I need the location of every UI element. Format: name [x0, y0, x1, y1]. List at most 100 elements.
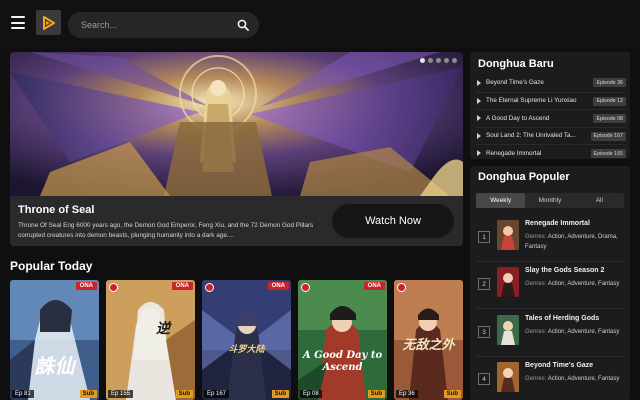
- genres-text: Genres: Action, Adventure, Fantasy: [525, 374, 621, 384]
- popular-today-heading: Popular Today: [10, 259, 93, 273]
- list-item[interactable]: 2 Slay the Gods Season 2 Genres: Action,…: [476, 265, 626, 307]
- episode-badge: Episode 167: [590, 131, 626, 141]
- search-input[interactable]: [81, 12, 231, 38]
- period-tabs: Weekly Monthly All: [476, 193, 624, 208]
- slider-dot[interactable]: [444, 58, 449, 63]
- list-item[interactable]: A Good Day to Ascend Episode 08: [476, 109, 626, 127]
- type-badge: ONA: [75, 282, 97, 290]
- rank-number: 3: [478, 326, 490, 338]
- donghua-populer-panel: Donghua Populer Weekly Monthly All 1 Ren…: [470, 166, 630, 400]
- slider-dot[interactable]: [452, 58, 457, 63]
- search-bar: [68, 12, 259, 38]
- list-item-title[interactable]: Slay the Gods Season 2: [525, 267, 604, 274]
- episode-badge: Episode 12: [593, 96, 626, 106]
- play-triangle-icon: [477, 132, 481, 139]
- list-item-title[interactable]: Tales of Herding Gods: [525, 315, 599, 322]
- list-item-title: The Eternal Supreme Li Yunxiao: [486, 97, 577, 105]
- list-item[interactable]: 4 Beyond Time's Gaze Genres: Action, Adv…: [476, 360, 626, 400]
- card-cover-image: [202, 280, 291, 400]
- genres-label: Genres:: [525, 281, 547, 287]
- hero-title[interactable]: Throne of Seal: [18, 204, 94, 216]
- list-item-title: Beyond Time's Gaze: [486, 79, 544, 87]
- slider-dots: [420, 58, 457, 63]
- play-triangle-icon: [477, 150, 481, 157]
- popular-card[interactable]: 斗罗大陆 ONA Ep 167 Sub: [202, 280, 291, 400]
- donghua-baru-list: Beyond Time's Gaze Episode 36 The Eterna…: [476, 74, 626, 162]
- tab-all[interactable]: All: [575, 193, 624, 208]
- episode-badge: Episode 155: [590, 149, 626, 158]
- slider-dot[interactable]: [420, 58, 425, 63]
- episode-tag: Ep 08: [300, 390, 322, 398]
- search-icon[interactable]: [237, 19, 249, 31]
- slider-dot[interactable]: [428, 58, 433, 63]
- hot-badge-icon: [397, 283, 406, 292]
- thumbnail-image: [497, 362, 519, 392]
- top-header: [0, 0, 640, 48]
- genres-label: Genres:: [525, 376, 547, 382]
- sub-tag: Sub: [367, 390, 385, 398]
- hot-badge-icon: [301, 283, 310, 292]
- genres-label: Genres:: [525, 234, 547, 240]
- genres-value: Action, Adventure, Fantasy: [547, 281, 620, 287]
- divider: [476, 356, 626, 357]
- hero-slider[interactable]: Throne of Seal Throne Of Seal Eng 6000 y…: [10, 52, 463, 246]
- donghua-populer-heading: Donghua Populer: [478, 171, 570, 183]
- tab-weekly[interactable]: Weekly: [476, 193, 526, 208]
- list-item-title[interactable]: Renegade Immortal: [525, 220, 590, 227]
- type-badge: ONA: [363, 282, 385, 290]
- episode-tag: Ep 36: [396, 390, 418, 398]
- card-cover-image: [298, 280, 387, 400]
- sub-tag: Sub: [175, 390, 193, 398]
- tab-monthly[interactable]: Monthly: [525, 193, 574, 208]
- list-item[interactable]: Beyond Time's Gaze Episode 36: [476, 74, 626, 92]
- hero-info-bar: Throne of Seal Throne Of Seal Eng 6000 y…: [10, 196, 463, 246]
- thumbnail-image: [497, 267, 519, 297]
- episode-badge: Episode 36: [593, 78, 626, 87]
- list-item[interactable]: 3 Tales of Herding Gods Genres: Action, …: [476, 313, 626, 355]
- card-art-text: A Good Day to Ascend: [302, 350, 383, 373]
- episode-badge: Episode 08: [593, 114, 626, 123]
- list-item[interactable]: Soul Land 2: The Unrivaled Ta... Episode…: [476, 126, 626, 145]
- list-item-title: Renegade Immortal: [486, 149, 542, 157]
- popular-card[interactable]: 无敌之外 Ep 36 Sub: [394, 280, 463, 400]
- list-item[interactable]: 1 Renegade Immortal Genres: Action, Adve…: [476, 218, 626, 260]
- rank-number: 2: [478, 278, 490, 290]
- hero-description: Throne Of Seal Eng 6000 years ago, the D…: [18, 222, 314, 239]
- popular-card[interactable]: 逆 ONA Ep 155 Sub: [106, 280, 195, 400]
- hot-badge-icon: [205, 283, 214, 292]
- episode-tag: Ep 167: [204, 390, 230, 398]
- list-item[interactable]: The Eternal Supreme Li Yunxiao Episode 1…: [476, 91, 626, 110]
- thumbnail-image: [497, 220, 519, 250]
- thumbnail-image: [497, 315, 519, 345]
- genres-text: Genres: Action, Adventure, Fantasy: [525, 327, 621, 337]
- rank-number: 1: [478, 231, 490, 243]
- play-triangle-icon: [477, 115, 481, 122]
- rank-number: 4: [478, 373, 490, 385]
- card-art-text: 无敌之外: [402, 338, 455, 353]
- divider: [476, 308, 626, 309]
- card-art-text: 誅仙: [34, 354, 75, 378]
- donghua-baru-panel: Donghua Baru Beyond Time's Gaze Episode …: [470, 52, 630, 159]
- popular-card[interactable]: 誅仙 ONA Ep 81 Sub: [10, 280, 99, 400]
- card-cover-image: [10, 280, 99, 400]
- divider: [476, 261, 626, 262]
- watch-now-button[interactable]: Watch Now: [332, 204, 454, 238]
- episode-tag: Ep 155: [108, 390, 134, 398]
- play-triangle-icon: [477, 79, 481, 86]
- hamburger-menu-icon[interactable]: [11, 16, 25, 29]
- list-item[interactable]: Renegade Immortal Episode 155: [476, 144, 626, 162]
- genres-value: Action, Adventure, Fantasy: [547, 376, 620, 382]
- slider-dot[interactable]: [436, 58, 441, 63]
- type-badge: ONA: [267, 282, 289, 290]
- genres-label: Genres:: [525, 329, 547, 335]
- sub-tag: Sub: [443, 390, 461, 398]
- sub-tag: Sub: [271, 390, 289, 398]
- card-art-text: 逆: [156, 321, 170, 337]
- episode-tag: Ep 81: [12, 390, 34, 398]
- genres-value: Action, Adventure, Fantasy: [547, 329, 620, 335]
- play-logo-icon[interactable]: [36, 10, 61, 35]
- list-item-title[interactable]: Beyond Time's Gaze: [525, 362, 593, 369]
- popular-card[interactable]: A Good Day to Ascend ONA Ep 08 Sub: [298, 280, 387, 400]
- list-item-title: A Good Day to Ascend: [486, 114, 550, 122]
- type-badge: ONA: [171, 282, 193, 290]
